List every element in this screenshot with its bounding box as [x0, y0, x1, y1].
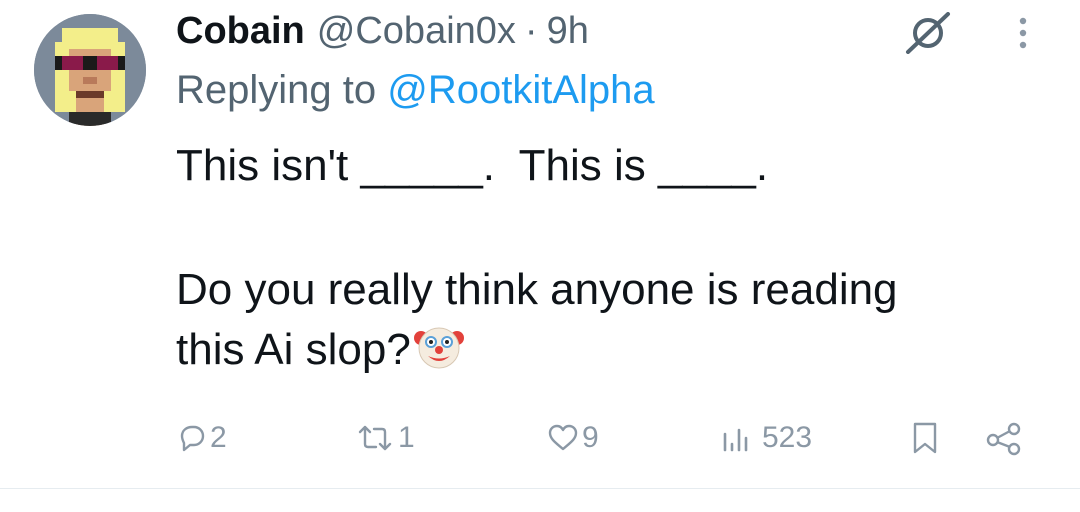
tweet-text-line: Do you really think anyone is reading	[176, 265, 898, 314]
views-button[interactable]: 523	[720, 414, 812, 462]
tweet-header: Cobain @Cobain0x · 9h	[176, 6, 589, 56]
like-button[interactable]: 9	[546, 414, 599, 462]
like-icon	[546, 422, 580, 454]
tweet-actions: 2 1 9 523	[172, 414, 1032, 464]
repost-button[interactable]: 1	[354, 414, 415, 462]
author-handle[interactable]: @Cobain0x	[317, 10, 516, 53]
divider	[0, 488, 1080, 489]
views-icon	[720, 422, 760, 454]
bookmark-icon	[908, 420, 942, 456]
clown-face-icon	[413, 320, 465, 372]
repost-count: 1	[398, 421, 415, 454]
avatar[interactable]	[34, 14, 146, 126]
reply-count: 2	[210, 421, 227, 454]
tweet-text-line: This isn't _____. This is ____.	[176, 141, 769, 190]
bookmark-button[interactable]	[908, 414, 942, 462]
avatar-pixel-art	[34, 14, 146, 126]
replying-to: Replying to @RootkitAlpha	[176, 68, 655, 113]
like-count: 9	[582, 421, 599, 454]
tweet-text-fragment: this Ai slop?	[176, 325, 411, 374]
separator-dot: ·	[524, 9, 538, 52]
share-button[interactable]	[984, 414, 1024, 462]
tweet-text: This isn't _____. This is ____. Do you r…	[176, 136, 1036, 380]
author-display-name[interactable]: Cobain	[176, 10, 305, 53]
timestamp[interactable]: 9h	[547, 10, 589, 53]
more-icon[interactable]	[1008, 12, 1038, 54]
repost-icon	[354, 422, 396, 454]
views-count: 523	[762, 421, 813, 454]
replying-to-handle-link[interactable]: @RootkitAlpha	[387, 68, 654, 112]
replying-to-label: Replying to	[176, 68, 377, 112]
share-icon	[984, 420, 1024, 456]
reply-icon	[176, 422, 208, 454]
grok-icon[interactable]	[902, 12, 954, 54]
tweet-text-line: this Ai slop?	[176, 320, 1036, 380]
reply-button[interactable]: 2	[176, 414, 227, 462]
